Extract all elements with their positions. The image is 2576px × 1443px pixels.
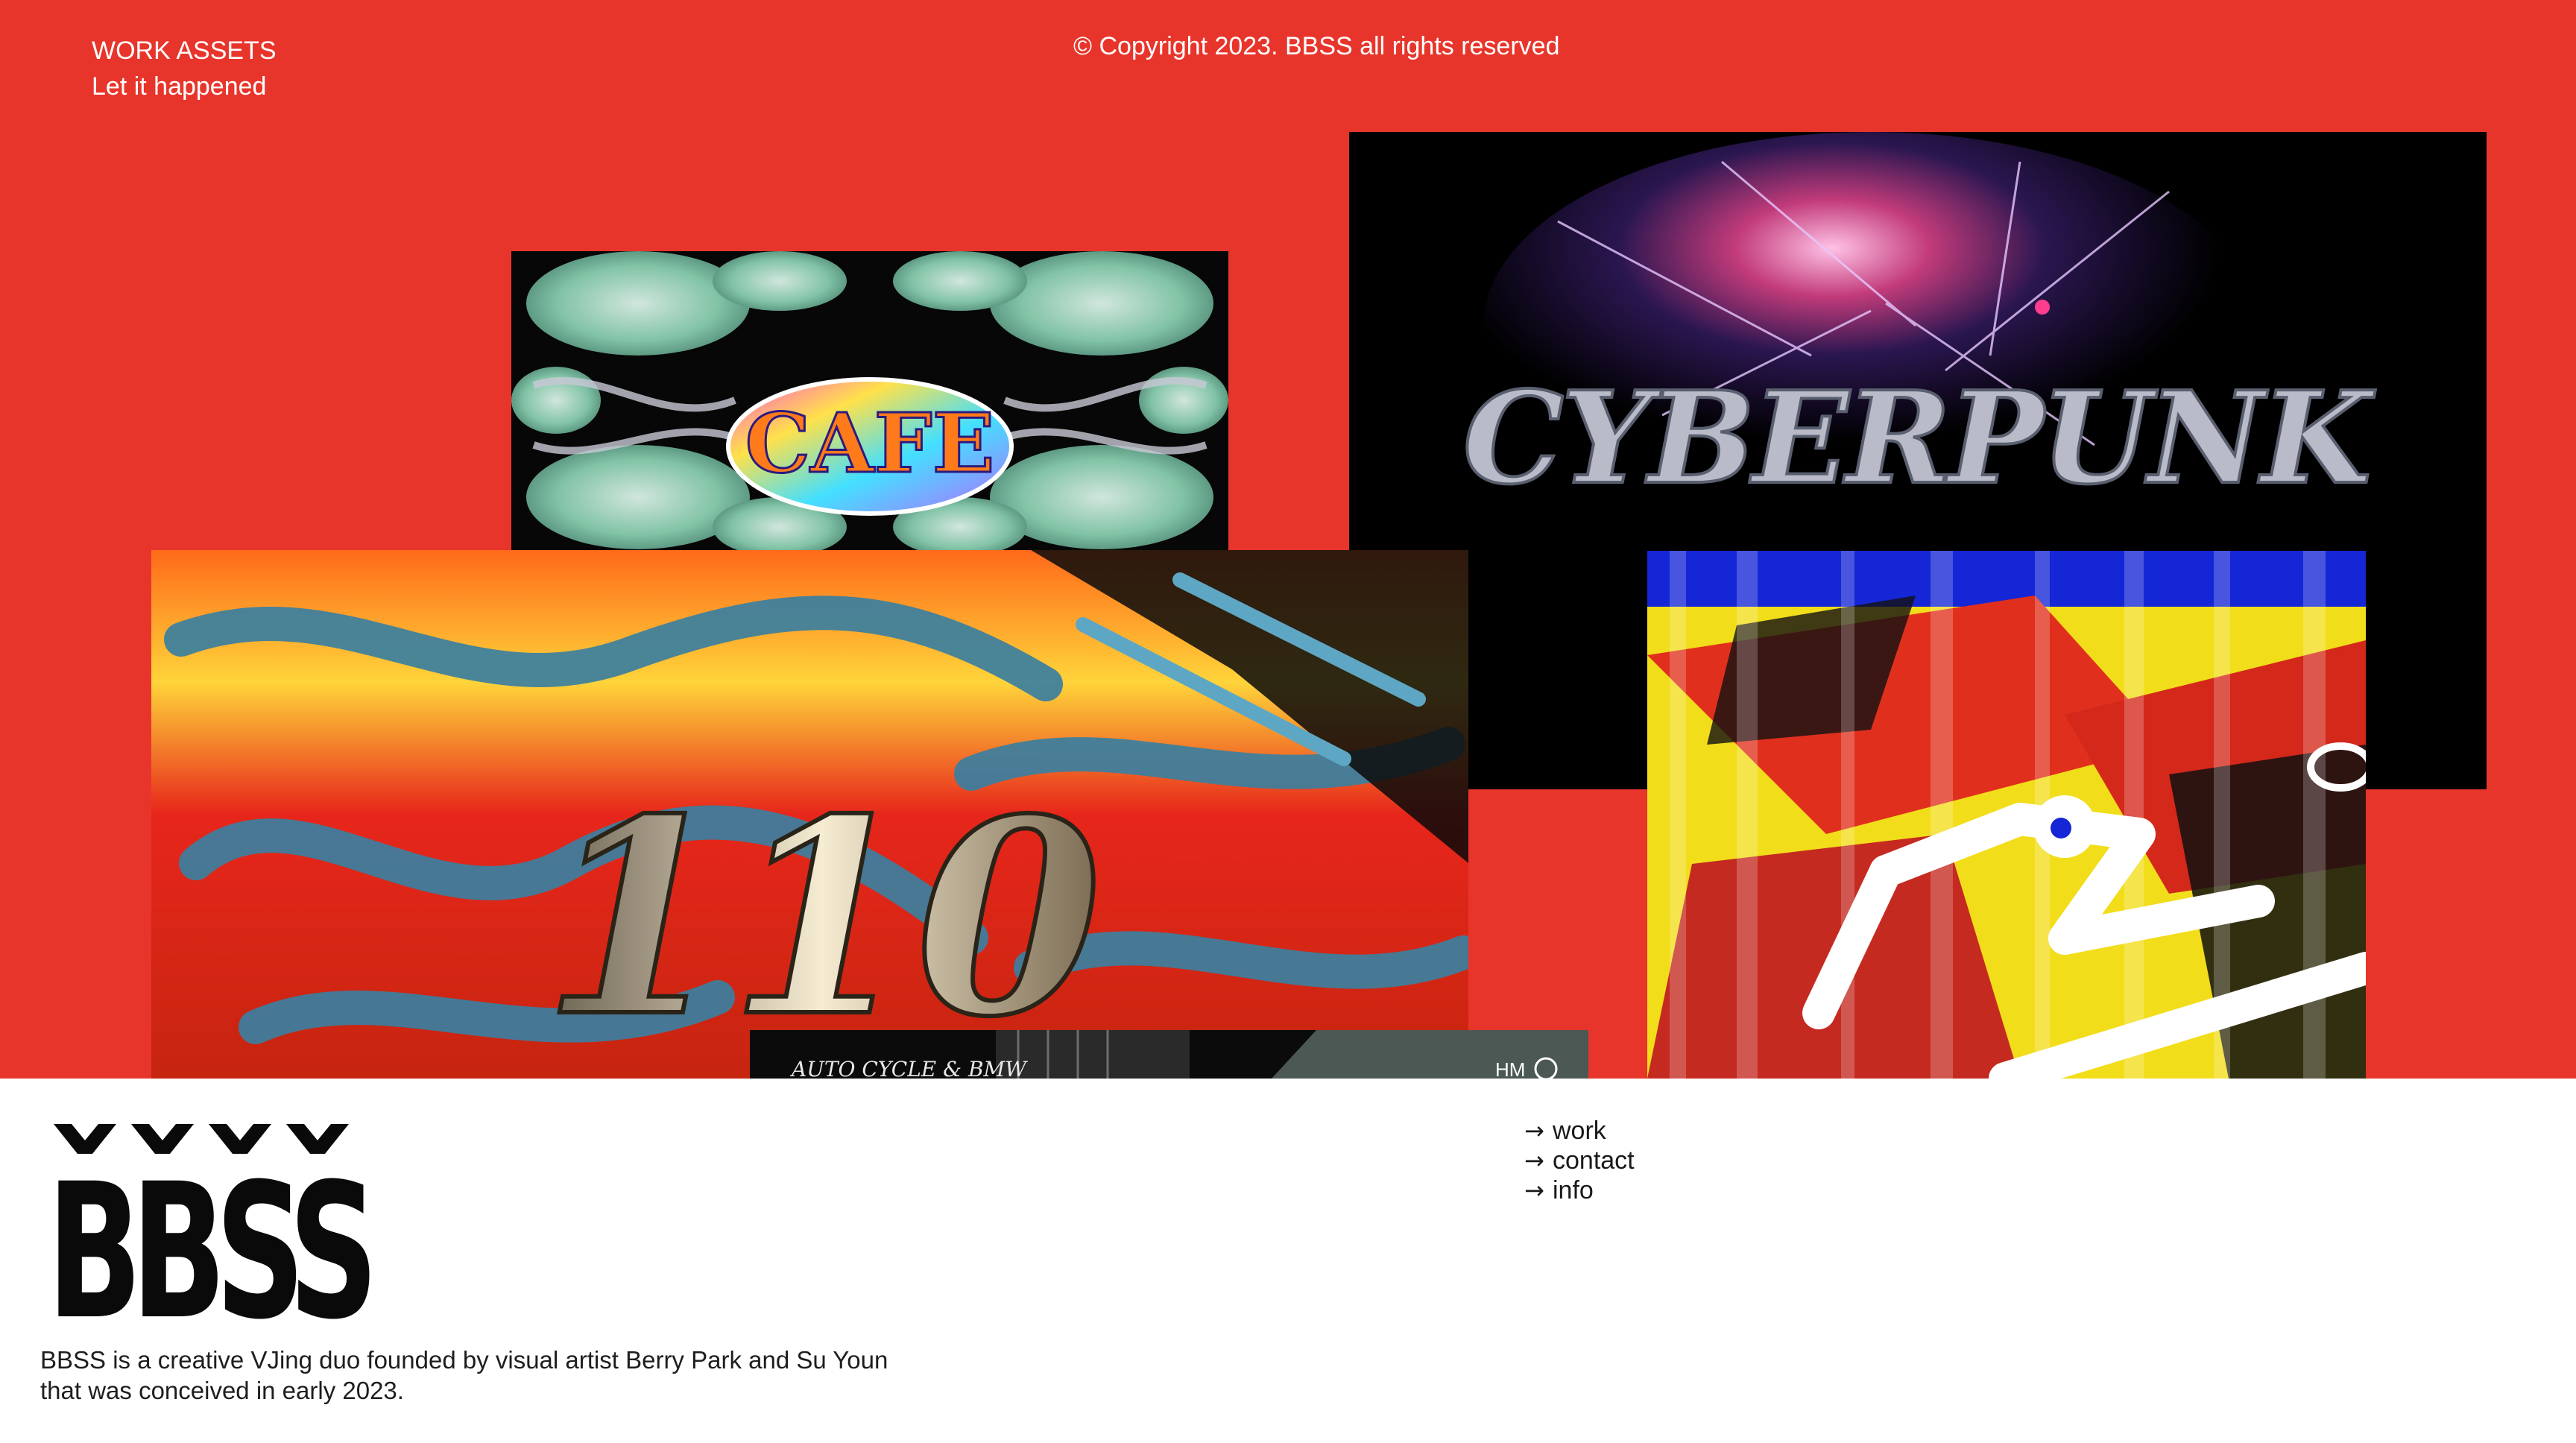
work-tile-poster[interactable] bbox=[1647, 551, 2366, 1079]
auto-cycle-artwork: AUTO CYCLE & BMW HM bbox=[750, 1030, 1588, 1079]
site-title: WORK ASSETS bbox=[92, 37, 277, 65]
arrow-right-icon: → bbox=[1524, 1176, 1544, 1204]
about-description: BBSS is a creative VJing duo founded by … bbox=[40, 1346, 888, 1404]
footer-nav: → work → contact → info bbox=[1524, 1116, 1635, 1205]
nav-contact[interactable]: → contact bbox=[1524, 1146, 1635, 1175]
110-title: 110 bbox=[542, 760, 1102, 1076]
nav-work-label: work bbox=[1553, 1116, 1606, 1145]
cafe-title: CAFE bbox=[745, 395, 995, 491]
bbss-logo[interactable]: BBSS bbox=[43, 1124, 371, 1322]
auto-cycle-mark: HM bbox=[1495, 1058, 1525, 1079]
poster-artwork bbox=[1647, 551, 2366, 1079]
nav-work[interactable]: → work bbox=[1524, 1116, 1635, 1146]
cyberpunk-title: CYBERPUNK bbox=[1463, 364, 2376, 513]
nav-contact-label: contact bbox=[1553, 1146, 1635, 1175]
copyright-notice: © Copyright 2023. BBSS all rights reserv… bbox=[1073, 32, 1560, 60]
arrow-right-icon: → bbox=[1524, 1117, 1544, 1145]
site-tagline: Let it happened bbox=[92, 72, 267, 101]
work-tile-auto-cycle[interactable]: AUTO CYCLE & BMW HM bbox=[750, 1030, 1588, 1079]
auto-cycle-caption: AUTO CYCLE & BMW bbox=[789, 1057, 1028, 1079]
110-artwork: 110 bbox=[151, 550, 1468, 1079]
work-tile-cafe[interactable]: CAFE bbox=[511, 251, 1228, 552]
arrow-right-icon: → bbox=[1524, 1146, 1544, 1175]
logo-wordmark: BBSS bbox=[47, 1143, 370, 1322]
nav-info[interactable]: → info bbox=[1524, 1175, 1635, 1205]
work-tile-110[interactable]: 110 bbox=[151, 550, 1468, 1079]
hero-gallery: WORK ASSETS Let it happened © Copyright … bbox=[0, 0, 2576, 1079]
nav-info-label: info bbox=[1553, 1175, 1594, 1204]
site-brand[interactable]: WORK ASSETS Let it happened bbox=[92, 33, 277, 104]
cafe-artwork: CAFE bbox=[511, 251, 1228, 552]
